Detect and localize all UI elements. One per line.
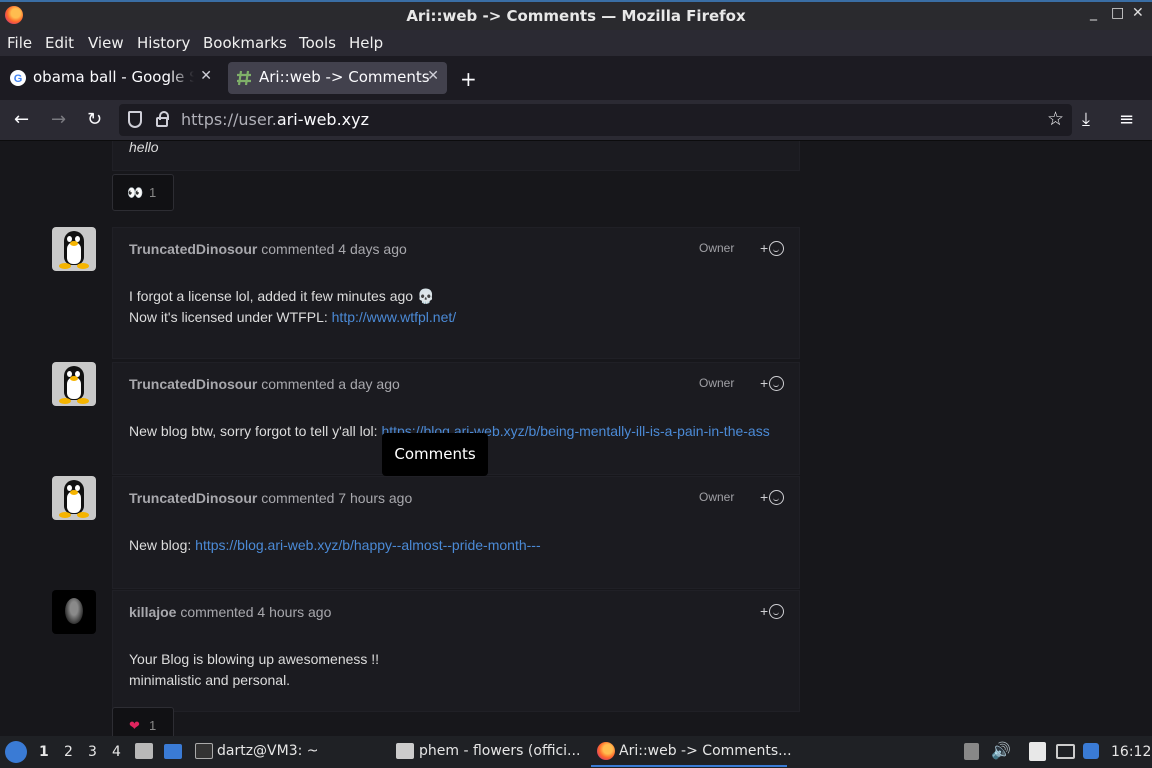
menu-history[interactable]: History [137, 34, 190, 52]
reaction-count: 1 [149, 185, 157, 200]
page-content: hello 👀 1 TruncatedDinosour commented 4 … [0, 141, 1152, 736]
url-bar[interactable]: https://user.ari-web.xyz ☆ [119, 104, 1072, 136]
tooltip: Comments [382, 433, 488, 476]
svg-text:G: G [14, 73, 23, 85]
owner-badge: Owner [699, 490, 735, 504]
window-icon [396, 743, 414, 759]
task-phem-flowers[interactable]: phem - flowers (offici... [419, 743, 580, 759]
tab-google-search[interactable]: G obama ball - Google Se ✕ [2, 62, 220, 94]
avatar[interactable] [52, 227, 96, 271]
comment-body: I forgot a license lol, added it few min… [129, 288, 457, 325]
maximize-button[interactable]: □ [1111, 5, 1124, 21]
tab-label: obama ball - Google Se [33, 68, 194, 86]
file-manager-icon[interactable] [135, 743, 153, 759]
notification-icon[interactable] [1083, 743, 1099, 759]
comment-author[interactable]: TruncatedDinosour [129, 241, 257, 257]
smiley-icon [769, 604, 785, 619]
menu-bar: File Edit View History Bookmarks Tools H… [0, 30, 1152, 56]
clipboard-icon[interactable] [1029, 742, 1046, 761]
reload-button[interactable]: ↻ [87, 109, 102, 130]
comment-text: hello [129, 141, 159, 155]
task-firefox[interactable]: Ari::web -> Comments... [619, 743, 792, 759]
workspace-2[interactable]: 2 [64, 744, 73, 760]
volume-icon[interactable]: 🔊 [991, 741, 1011, 760]
active-task-indicator [591, 765, 787, 767]
comment-meta: killajoe commented 4 hours ago [129, 604, 332, 620]
comment-meta: TruncatedDinosour commented 4 days ago [129, 241, 407, 257]
tab-ari-web-comments[interactable]: Ari::web -> Comments ✕ [228, 62, 447, 94]
license-link[interactable]: http://www.wtfpl.net/ [332, 309, 457, 325]
smiley-icon [769, 241, 785, 256]
close-tab-icon[interactable]: ✕ [200, 68, 212, 84]
avatar[interactable] [52, 590, 96, 634]
add-reaction-button[interactable]: + [760, 489, 785, 505]
workspace-3[interactable]: 3 [88, 744, 97, 760]
workspace-4[interactable]: 4 [112, 744, 121, 760]
blog-link[interactable]: https://blog.ari-web.xyz/b/happy--almost… [195, 537, 540, 553]
minimize-button[interactable]: _ [1090, 5, 1097, 21]
bookmark-star-icon[interactable]: ☆ [1047, 108, 1064, 130]
forward-button[interactable]: → [51, 109, 66, 130]
comment-time[interactable]: 4 hours ago [257, 604, 331, 620]
shield-icon[interactable] [128, 111, 142, 128]
network-icon[interactable] [1056, 744, 1075, 759]
menu-tools[interactable]: Tools [299, 34, 336, 52]
close-tab-icon[interactable]: ✕ [427, 68, 439, 84]
downloads-button[interactable]: ⤓ [1082, 109, 1090, 130]
url-text[interactable]: https://user.ari-web.xyz [181, 110, 369, 129]
clock[interactable]: 16:12 [1111, 744, 1151, 760]
menu-help[interactable]: Help [349, 34, 383, 52]
add-reaction-button[interactable]: + [760, 375, 785, 391]
tab-bar: G obama ball - Google Se ✕ Ari::web -> C… [0, 56, 1152, 100]
new-tab-button[interactable]: + [460, 67, 477, 91]
comment-time[interactable]: 7 hours ago [338, 490, 412, 506]
avatar[interactable] [52, 362, 96, 406]
comment-author[interactable]: TruncatedDinosour [129, 376, 257, 392]
owner-badge: Owner [699, 376, 735, 390]
google-icon: G [10, 70, 26, 86]
reaction-button[interactable]: 👀 1 [112, 174, 174, 211]
app-menu-button[interactable]: ≡ [1119, 109, 1134, 130]
window-title: Ari::web -> Comments — Mozilla Firefox [406, 7, 746, 25]
menu-edit[interactable]: Edit [45, 34, 74, 52]
firefox-icon [597, 742, 615, 760]
reaction-count: 1 [149, 718, 157, 733]
smiley-icon [769, 490, 785, 505]
back-button[interactable]: ← [14, 109, 29, 130]
menu-bookmarks[interactable]: Bookmarks [203, 34, 287, 52]
comment-author[interactable]: killajoe [129, 604, 176, 620]
comment-author[interactable]: TruncatedDinosour [129, 490, 257, 506]
navigation-bar: ← → ↻ https://user.ari-web.xyz ☆ ⤓ ≡ [0, 100, 1152, 141]
add-reaction-button[interactable]: + [760, 603, 785, 619]
close-window-button[interactable]: ✕ [1132, 5, 1144, 21]
comment-meta: TruncatedDinosour commented 7 hours ago [129, 490, 413, 506]
comment-body: Your Blog is blowing up awesomeness !! m… [129, 651, 380, 688]
comment-body: New blog: https://blog.ari-web.xyz/b/hap… [129, 537, 541, 553]
tray-icon[interactable] [964, 743, 979, 760]
eyes-emoji: 👀 [127, 185, 144, 200]
menu-view[interactable]: View [88, 34, 124, 52]
comment-time[interactable]: 4 days ago [338, 241, 407, 257]
comment-card [112, 141, 800, 171]
smiley-icon [769, 376, 785, 391]
comment-time[interactable]: a day ago [338, 376, 400, 392]
owner-badge: Owner [699, 241, 735, 255]
workspace-1[interactable]: 1 [39, 744, 49, 760]
reaction-button[interactable]: ❤ 1 [112, 707, 174, 736]
window-titlebar: Ari::web -> Comments — Mozilla Firefox _… [0, 0, 1152, 30]
add-reaction-button[interactable]: + [760, 240, 785, 256]
hash-icon [237, 70, 251, 86]
terminal-icon [195, 743, 213, 759]
comment-meta: TruncatedDinosour commented a day ago [129, 376, 400, 392]
tab-label: Ari::web -> Comments [259, 68, 430, 86]
taskbar: 1 2 3 4 dartz@VM3: ~ phem - flowers (off… [0, 736, 1152, 768]
show-desktop-icon[interactable] [164, 744, 182, 759]
start-menu-icon[interactable] [5, 741, 27, 763]
lock-icon[interactable] [156, 111, 169, 127]
avatar[interactable] [52, 476, 96, 520]
menu-file[interactable]: File [7, 34, 32, 52]
heart-emoji: ❤ [129, 718, 140, 733]
task-terminal[interactable]: dartz@VM3: ~ [217, 743, 319, 759]
